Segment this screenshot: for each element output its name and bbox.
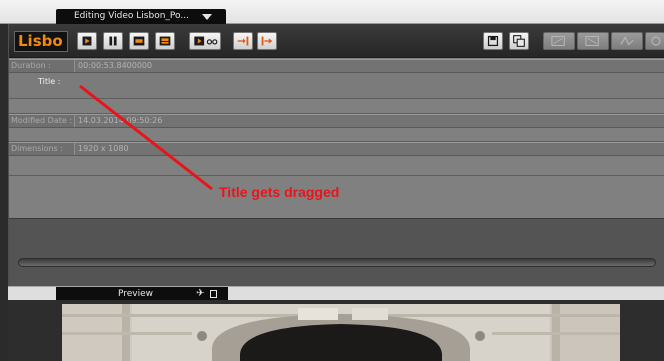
annotation-label: Title gets dragged	[219, 184, 340, 200]
play-icon	[82, 36, 92, 46]
spacer	[9, 99, 664, 114]
video-link-button[interactable]	[189, 32, 221, 50]
timeline-slider[interactable]	[18, 258, 656, 267]
crop-button[interactable]	[543, 32, 575, 50]
video-preview-image	[62, 304, 620, 361]
pause-icon	[109, 36, 117, 46]
editor-window: Lisbo Duration: 00:00:53.8400000 Title …	[8, 24, 664, 286]
video-link-icon	[194, 36, 218, 46]
duration-value[interactable]: 00:00:53.8400000	[74, 60, 664, 72]
preview-area	[8, 300, 664, 361]
save-button[interactable]	[483, 32, 503, 50]
refresh-button[interactable]	[645, 32, 664, 50]
preview-header: Preview ✈	[8, 286, 664, 301]
play-button[interactable]	[77, 32, 97, 50]
crop-icon	[551, 36, 565, 46]
dimensions-label: Dimensions :	[11, 144, 63, 153]
preview-tab-label: Preview	[118, 289, 154, 299]
top-strip: Editing Video Lisbon_Po...	[0, 0, 664, 24]
title-label[interactable]: Title :	[38, 77, 60, 86]
modified-date-label: Modified Date :	[11, 116, 73, 125]
preview-tab[interactable]: Preview ✈	[56, 287, 228, 301]
modified-date-value[interactable]: 14.03.2014 09:50:26	[74, 115, 664, 127]
save-copy-icon	[513, 35, 525, 47]
export-icon	[159, 36, 171, 46]
chevron-down-icon[interactable]	[202, 14, 212, 20]
modified-date-row: Modified Date : 14.03.2014 09:50:26	[9, 114, 664, 128]
title-row: Title :	[9, 73, 664, 99]
timeline-panel	[9, 218, 664, 286]
mark-out-button[interactable]	[257, 32, 277, 50]
next-frame-button[interactable]	[129, 32, 149, 50]
export-button[interactable]	[155, 32, 175, 50]
save-copy-button[interactable]	[509, 32, 529, 50]
duration-label: Duration :	[11, 61, 51, 70]
window-icon[interactable]	[210, 290, 217, 298]
crop-alt-button[interactable]	[577, 32, 609, 50]
mark-out-icon	[261, 36, 273, 46]
next-frame-icon	[133, 36, 145, 46]
refresh-icon	[651, 36, 661, 46]
curve-icon	[620, 36, 634, 46]
toolbar: Lisbo	[9, 24, 664, 58]
editing-tab[interactable]: Editing Video Lisbon_Po...	[56, 9, 226, 24]
save-icon	[487, 35, 499, 47]
mark-in-icon	[237, 36, 249, 46]
curve-button[interactable]	[611, 32, 643, 50]
video-name-field[interactable]: Lisbo	[14, 31, 68, 52]
editing-tab-title: Editing Video Lisbon_Po...	[74, 11, 189, 21]
mark-in-button[interactable]	[233, 32, 253, 50]
pause-button[interactable]	[103, 32, 123, 50]
pin-icon[interactable]: ✈	[196, 288, 204, 300]
crop-alt-icon	[585, 36, 599, 46]
spacer	[9, 128, 664, 142]
dimensions-row: Dimensions : 1920 x 1080	[9, 142, 664, 156]
duration-row: Duration : 00:00:53.8400000	[9, 59, 664, 73]
dimensions-value[interactable]: 1920 x 1080	[74, 143, 664, 155]
spacer	[9, 156, 664, 176]
